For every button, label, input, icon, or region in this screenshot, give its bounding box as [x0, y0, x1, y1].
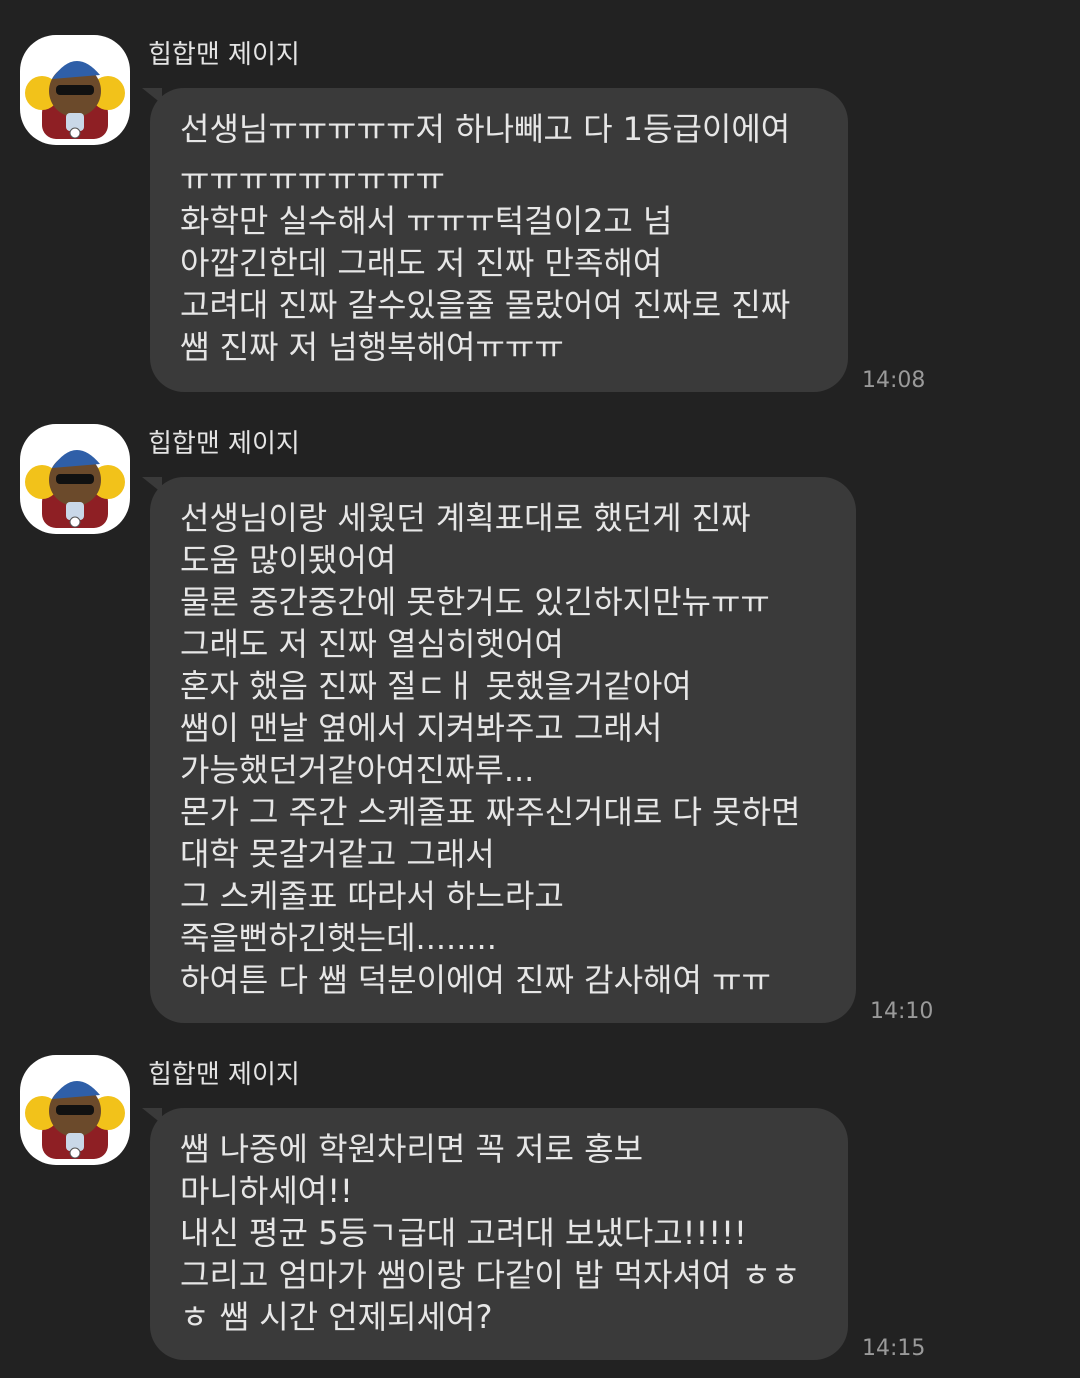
message-line: 하여튼 다 쌤 덕분이에여 진짜 감사해여 ㅠㅠ — [180, 961, 771, 999]
character-avatar-icon — [25, 449, 125, 528]
message-line: 쌤이 맨날 옆에서 지켜봐주고 그래서 — [180, 709, 663, 747]
message-line: 선생님ㅠㅠㅠㅠㅠ저 하나빼고 다 1등급이에여 — [180, 110, 791, 148]
sender-name: 힙합맨 제이지 — [148, 40, 300, 70]
message-line: 그리고 엄마가 쌤이랑 다같이 밥 먹자셔여 ㅎㅎ — [180, 1256, 801, 1294]
message-line: ㅎ 쌤 시간 언제되세여? — [180, 1298, 493, 1336]
message-bubble[interactable]: 쌤 나중에 학원차리면 꼭 저로 홍보 마니하세여!! 내신 평균 5등ㄱ급대 … — [142, 1108, 848, 1360]
bubble-tail — [142, 477, 162, 493]
message-line: 쌤 나중에 학원차리면 꼭 저로 홍보 — [180, 1130, 644, 1168]
message-line: 그래도 저 진짜 열심히햇어여 — [180, 625, 564, 663]
message-timestamp: 14:10 — [870, 999, 934, 1024]
message-line: 고려대 진짜 갈수있을줄 몰랐어여 진짜로 진짜 — [180, 286, 791, 324]
message-timestamp: 14:08 — [862, 368, 926, 393]
message-line: 내신 평균 5등ㄱ급대 고려대 보냈다고!!!!! — [180, 1214, 747, 1252]
profile-avatar[interactable] — [20, 35, 130, 145]
message-line: ㅠㅠㅠㅠㅠㅠㅠㅠㅠ — [180, 160, 445, 198]
message-bubble[interactable]: 선생님ㅠㅠㅠㅠㅠ저 하나빼고 다 1등급이에여 ㅠㅠㅠㅠㅠㅠㅠㅠㅠ 화학만 실수… — [142, 88, 848, 392]
message-line: 화학만 실수해서 ㅠㅠㅠ턱걸이2고 넘 — [180, 202, 673, 240]
message-line: 마니하세여!! — [180, 1172, 353, 1210]
character-avatar-icon — [25, 60, 125, 139]
message-line: 그 스케줄표 따라서 하느라고 — [180, 877, 564, 915]
profile-avatar[interactable] — [20, 424, 130, 534]
message-line: 선생님이랑 세웠던 계획표대로 했던게 진짜 — [180, 499, 751, 537]
sender-name: 힙합맨 제이지 — [148, 429, 300, 459]
message-line: 물론 중간중간에 못한거도 있긴하지만뉴ㅠㅠ — [180, 583, 770, 621]
message-line: 대학 못갈거같고 그래서 — [180, 835, 495, 873]
message-line: 몬가 그 주간 스케줄표 짜주신거대로 다 못하면 — [180, 793, 801, 831]
message-line: 혼자 했음 진짜 절ㄷㅐ 못했을거같아여 — [180, 667, 692, 705]
message-line: 도움 많이됐어여 — [180, 541, 397, 579]
profile-avatar[interactable] — [20, 1055, 130, 1165]
bubble-tail — [142, 88, 162, 104]
bubble-tail — [142, 1108, 162, 1124]
message-line: 가능했던거같아여진짜루... — [180, 751, 535, 789]
message-line: 아깝긴한데 그래도 저 진짜 만족해여 — [180, 244, 663, 282]
character-avatar-icon — [25, 1080, 125, 1159]
message-line: 죽을뻔하긴햇는데........ — [180, 919, 497, 957]
message-bubble[interactable]: 선생님이랑 세웠던 계획표대로 했던게 진짜 도움 많이됐어여 물론 중간중간에… — [142, 477, 856, 1023]
message-timestamp: 14:15 — [862, 1336, 926, 1361]
sender-name: 힙합맨 제이지 — [148, 1060, 300, 1090]
message-line: 쌤 진짜 저 넘행복해여ㅠㅠㅠ — [180, 328, 564, 366]
